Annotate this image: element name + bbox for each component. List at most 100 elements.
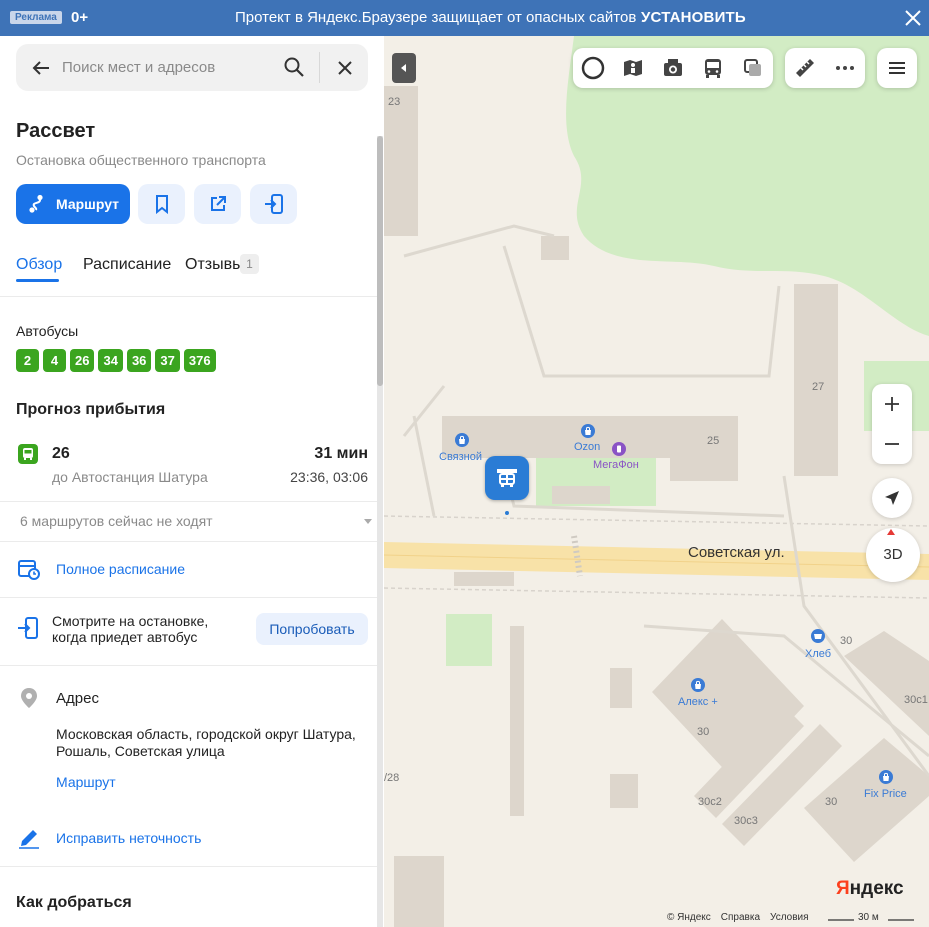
route-button[interactable]: Маршрут (16, 184, 130, 224)
inactive-routes-toggle[interactable]: 6 маршрутов сейчас не ходят (20, 513, 213, 529)
age-rating: 0+ (71, 9, 89, 26)
collapse-panel-button[interactable] (392, 53, 416, 83)
menu-toolbar (877, 48, 917, 88)
navigation-arrow-icon (885, 491, 899, 505)
location-pin-icon (21, 688, 37, 708)
send-to-phone-button[interactable] (250, 184, 297, 224)
phone-arrow-icon (18, 617, 38, 639)
tab-schedule[interactable]: Расписание (83, 256, 171, 274)
poi-label[interactable]: МегаФон (593, 459, 639, 471)
search-icon[interactable] (283, 56, 305, 78)
clear-icon[interactable] (334, 57, 356, 79)
shop-icon[interactable] (879, 770, 893, 784)
photos-button[interactable] (653, 48, 693, 88)
install-button[interactable]: УСТАНОВИТЬ (641, 9, 746, 26)
poi-label[interactable]: Алекс + (678, 696, 718, 708)
building-number: 30c1 (904, 694, 928, 706)
more-dots-icon (836, 66, 854, 70)
mobile-shop-icon[interactable] (612, 442, 626, 456)
scrollbar-thumb[interactable] (377, 136, 383, 386)
layers-button[interactable] (733, 48, 773, 88)
poi-label[interactable]: Связной (439, 451, 482, 463)
chevron-left-icon (401, 64, 406, 72)
search-input[interactable] (62, 54, 282, 81)
bookmark-button[interactable] (138, 184, 185, 224)
poi-label[interactable]: Ozon (574, 441, 600, 453)
arrival-eta: 31 мин (314, 445, 368, 462)
map-canvas[interactable]: 23 27 25 30 30c1 30 30c2 30c3 30 /28 Свя… (384, 36, 929, 927)
stop-location-dot (505, 511, 509, 515)
watch-promo-text: Смотрите на остановке, когда приедет авт… (52, 613, 209, 645)
address-route-link[interactable]: Маршрут (56, 774, 116, 790)
zoom-out-button[interactable] (872, 424, 912, 464)
bus-route-badge[interactable]: 34 (98, 349, 123, 372)
street-label: Советская ул. (688, 544, 785, 561)
chevron-down-icon[interactable] (363, 516, 373, 526)
grocery-icon[interactable] (811, 629, 825, 643)
map-layers-toolbar (573, 48, 773, 88)
divider (0, 296, 377, 297)
full-schedule-link[interactable]: Полное расписание (56, 561, 185, 577)
bus-route-badge[interactable]: 376 (183, 349, 216, 372)
camera-icon (664, 59, 682, 76)
arrival-route[interactable]: 26 (52, 445, 70, 463)
bus-route-badge[interactable]: 2 (16, 349, 39, 372)
bus-routes-list: 2 4 26 34 36 37 376 (16, 349, 216, 372)
search-bar (16, 44, 368, 91)
menu-button[interactable] (877, 48, 917, 88)
panorama-button[interactable] (613, 48, 653, 88)
banner-text[interactable]: Протект в Яндекс.Браузере защищает от оп… (235, 9, 636, 26)
building-number: 30 (825, 796, 838, 808)
poi-label[interactable]: Хлеб (805, 648, 831, 660)
divider (0, 866, 377, 867)
map-background (384, 36, 929, 927)
more-button[interactable] (825, 48, 865, 88)
divider (0, 541, 377, 542)
tab-reviews[interactable]: Отзывы (185, 256, 244, 274)
my-location-button[interactable] (872, 478, 912, 518)
ruler-icon (796, 59, 814, 77)
bus-route-badge[interactable]: 36 (126, 349, 152, 372)
shop-icon[interactable] (455, 433, 469, 447)
bus-stop-icon (497, 469, 517, 487)
alice-button[interactable] (573, 48, 613, 88)
bus-route-badge[interactable]: 26 (70, 349, 95, 372)
tab-overview[interactable]: Обзор (16, 256, 62, 274)
how-to-get-heading: Как добраться (16, 894, 132, 911)
back-arrow-icon[interactable] (30, 57, 52, 79)
yandex-logo[interactable]: Яндекс (836, 878, 904, 900)
address-heading: Адрес (56, 690, 99, 707)
3d-button[interactable]: 3D (866, 528, 920, 582)
copyright-link[interactable]: © Яндекс (667, 912, 711, 923)
try-button[interactable]: Попробовать (256, 613, 368, 645)
shop-icon[interactable] (581, 424, 595, 438)
forecast-heading: Прогноз прибытия (16, 401, 166, 418)
building-number: 30 (840, 635, 853, 647)
share-button[interactable] (194, 184, 241, 224)
terms-link[interactable]: Условия (770, 912, 809, 923)
place-panel: Рассвет Остановка общественного транспор… (0, 36, 384, 927)
zoom-in-button[interactable] (872, 384, 912, 424)
ruler-button[interactable] (785, 48, 825, 88)
close-icon[interactable] (902, 7, 924, 29)
shop-icon[interactable] (691, 678, 705, 692)
alice-icon (581, 56, 605, 80)
minus-icon (885, 443, 899, 445)
street-view-icon (624, 60, 642, 76)
tools-toolbar (785, 48, 865, 88)
bus-stop-marker[interactable] (485, 456, 529, 500)
compass-north-icon (887, 529, 895, 535)
place-subtitle: Остановка общественного транспорта (16, 152, 266, 168)
place-title: Рассвет (16, 120, 96, 142)
poi-label[interactable]: Fix Price (864, 788, 907, 800)
3d-label: 3D (883, 546, 903, 563)
bus-route-badge[interactable]: 4 (43, 349, 66, 372)
help-link[interactable]: Справка (721, 912, 760, 923)
active-tab-indicator (16, 279, 59, 282)
transit-button[interactable] (693, 48, 733, 88)
bus-route-badge[interactable]: 37 (155, 349, 180, 372)
phone-icon (264, 194, 283, 214)
ad-label: Реклама (10, 11, 62, 24)
fix-inaccuracy-link[interactable]: Исправить неточность (56, 830, 201, 846)
route-icon (29, 194, 43, 213)
